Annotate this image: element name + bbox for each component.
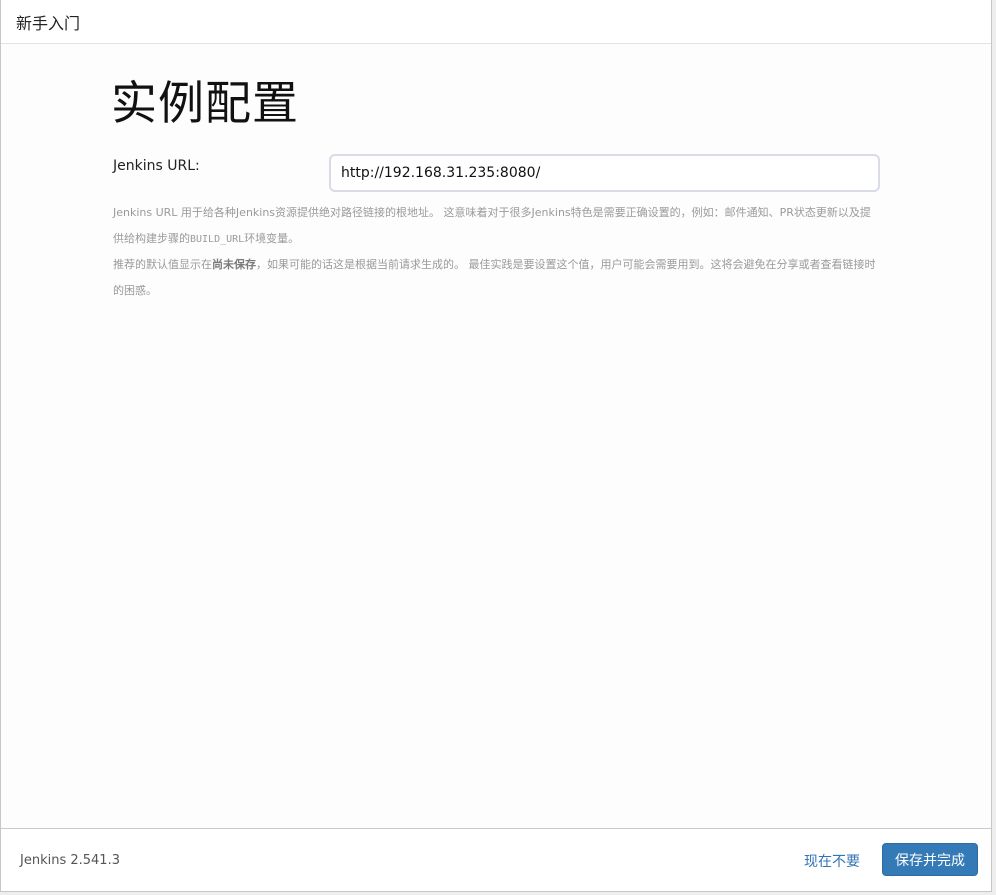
- save-and-finish-button[interactable]: 保存并完成: [882, 843, 978, 876]
- page-title: 实例配置: [111, 76, 299, 130]
- help-text-1b: 环境变量。: [244, 231, 300, 245]
- help-paragraph-2: 推荐的默认值显示在尚未保存，如果可能的话这是根据当前请求生成的。 最佳实践是要设…: [113, 252, 879, 303]
- setup-wizard-dialog: 新手入门 实例配置 Jenkins URL: Jenkins URL 用于给各种…: [0, 0, 992, 892]
- help-text-2a: 推荐的默认值显示在: [113, 258, 212, 271]
- jenkins-version: Jenkins 2.541.3: [20, 853, 120, 868]
- build-url-code: BUILD_URL: [190, 233, 245, 245]
- dialog-title: 新手入门: [16, 13, 81, 33]
- dialog-header: 新手入门: [1, 0, 991, 44]
- jenkins-url-label: Jenkins URL:: [113, 158, 200, 174]
- jenkins-url-row: Jenkins URL:: [111, 154, 881, 196]
- jenkins-url-input[interactable]: [329, 154, 880, 192]
- not-now-link[interactable]: 现在不要: [804, 851, 860, 871]
- help-text-2-bold: 尚未保存: [212, 258, 256, 271]
- dialog-footer: Jenkins 2.541.3 现在不要 保存并完成: [1, 828, 991, 891]
- instance-config-panel: 实例配置 Jenkins URL: Jenkins URL 用于给各种Jenki…: [111, 44, 881, 303]
- help-paragraph-1: Jenkins URL 用于给各种Jenkins资源提供绝对路径链接的根地址。 …: [113, 200, 879, 252]
- help-text: Jenkins URL 用于给各种Jenkins资源提供绝对路径链接的根地址。 …: [111, 200, 879, 303]
